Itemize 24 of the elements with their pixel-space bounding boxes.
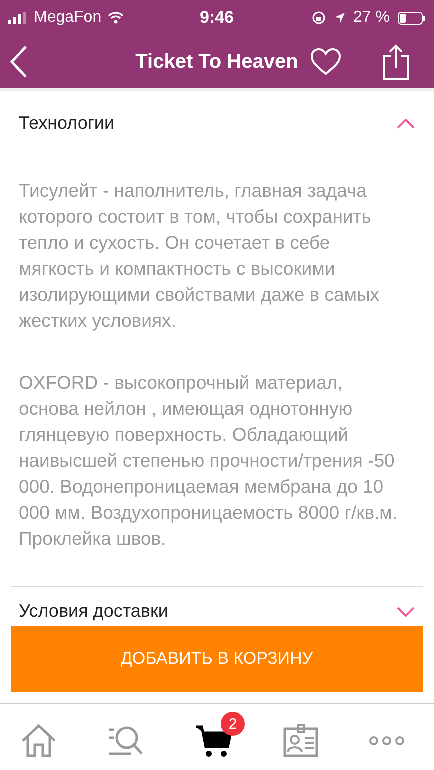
cart-count-badge: 2 [221,712,245,736]
rotation-lock-icon [312,11,326,25]
signal-icon [8,12,28,24]
battery-percent: 27 % [354,9,390,27]
clock-time: 9:46 [200,8,234,28]
back-button[interactable] [10,46,28,78]
more-icon [369,736,405,746]
share-button[interactable] [382,44,410,80]
description-paragraph: OXFORD - высокопрочный материал, основа нейлон , имеющая однотонную глянцевую поверхность. Обладающий наивысшей степенью прочности/трения -50 000. Водонепроницаемая мембрана до 10 000 мм. Воздухопроницаемость 8000 г/кв.м. Проклейка швов. [18,371,399,551]
carrier-name: MegaFon [34,9,102,27]
id-card-icon [283,724,319,758]
battery-icon [398,12,426,24]
accordion-header[interactable]: Технологии [11,91,423,156]
description-paragraph: Тисулейт - наполнитель, главная задача которого состоит в том, чтобы сохранить тепло и сухость. Он сочетает в себе мягкость и компактность с высокими изолирующими свойствами даже в самых жестких условиях. [18,179,381,333]
chevron-down-icon [397,606,415,616]
tab-bar-item[interactable]: 2 [191,712,245,762]
wifi-icon [108,12,124,24]
favorite-button[interactable] [310,48,342,76]
chevron-up-icon [397,118,415,128]
home-icon [21,724,57,758]
product-title: Ticket To Heaven [136,50,298,74]
search-icon [107,724,145,758]
location-icon [334,12,346,24]
accordion-header[interactable]: Условия доставки [11,587,423,624]
